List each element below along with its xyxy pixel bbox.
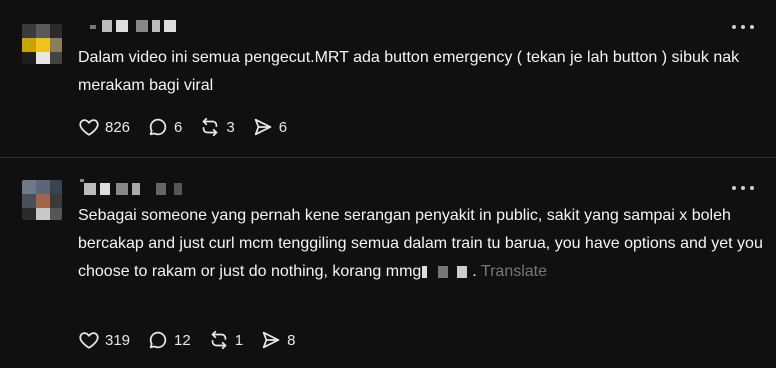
- heart-icon: [79, 119, 99, 136]
- reply-button[interactable]: 12: [147, 329, 191, 351]
- censored-word: [438, 265, 449, 278]
- post-text: Dalam video ini semua pengecut.MRT ada b…: [78, 44, 763, 100]
- share-button[interactable]: 6: [252, 116, 287, 138]
- action-bar: 826 6 3 6: [78, 116, 304, 138]
- translate-link[interactable]: Translate: [481, 263, 547, 280]
- heart-icon: [79, 332, 99, 349]
- more-options-icon[interactable]: [732, 183, 754, 193]
- repost-icon: [211, 330, 227, 350]
- reply-count: 12: [174, 331, 191, 349]
- share-count: 8: [287, 331, 296, 349]
- send-icon: [254, 118, 271, 136]
- repost-button[interactable]: 3: [199, 116, 235, 138]
- censored-word: [422, 265, 428, 278]
- censored-word: [457, 265, 468, 278]
- like-count: 319: [105, 331, 131, 349]
- repost-count: 1: [234, 331, 244, 349]
- reply-button[interactable]: 6: [147, 116, 182, 138]
- avatar[interactable]: [22, 180, 62, 220]
- speech-bubble-icon: [149, 331, 167, 349]
- like-count: 826: [105, 118, 131, 136]
- more-options-icon[interactable]: [732, 22, 754, 32]
- avatar[interactable]: [22, 24, 62, 64]
- like-button[interactable]: 826: [78, 116, 130, 138]
- repost-count: 3: [226, 118, 235, 136]
- share-count: 6: [278, 118, 288, 136]
- post-text: Sebagai someone yang pernah kene seranga…: [78, 202, 763, 286]
- action-bar: 319 12 1 8: [78, 329, 312, 351]
- post-body: Dalam video ini semua pengecut.MRT ada b…: [78, 49, 740, 94]
- text-suffix: .: [472, 263, 477, 280]
- reply-count: 6: [174, 118, 183, 136]
- repost-icon: [203, 117, 218, 137]
- repost-button[interactable]: 1: [208, 329, 243, 351]
- speech-bubble-icon: [149, 118, 167, 136]
- thread-post: Dalam video ini semua pengecut.MRT ada b…: [0, 0, 776, 157]
- post-body: Sebagai someone yang pernah kene seranga…: [78, 207, 763, 280]
- like-button[interactable]: 319: [78, 329, 130, 351]
- send-icon: [262, 331, 280, 349]
- share-button[interactable]: 8: [260, 329, 295, 351]
